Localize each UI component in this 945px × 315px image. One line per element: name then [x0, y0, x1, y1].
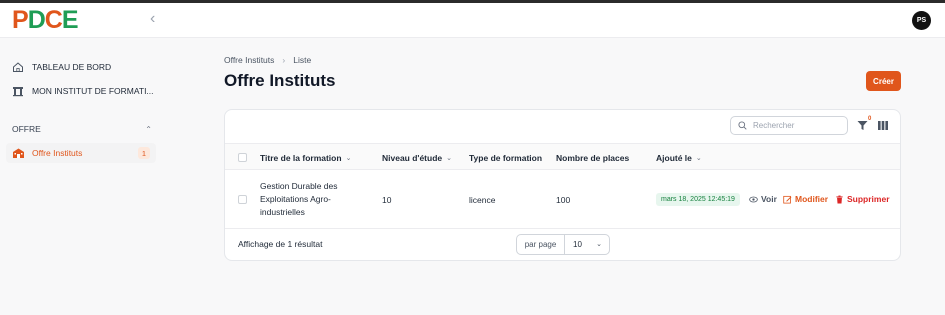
- column-header-type: Type de formation: [469, 153, 542, 163]
- column-label: Niveau d'étude: [382, 153, 443, 163]
- sidebar-item-label: MON INSTITUT DE FORMATI...: [32, 86, 154, 96]
- search-icon: [738, 121, 747, 130]
- results-count: Affichage de 1 résultat: [238, 239, 323, 249]
- school-icon: [13, 148, 24, 158]
- action-label: Voir: [761, 194, 777, 204]
- chevron-up-icon: ⌃: [145, 124, 152, 134]
- date-badge: mars 18, 2025 12:45:19: [656, 193, 740, 206]
- building-icon: [13, 87, 23, 97]
- app-logo[interactable]: PDCE: [12, 8, 78, 33]
- count-badge: 1: [138, 147, 150, 159]
- edit-icon: [783, 195, 792, 204]
- per-page-select[interactable]: par page 10 ⌄: [516, 234, 610, 255]
- column-label: Titre de la formation: [260, 153, 342, 163]
- column-header-niveau[interactable]: Niveau d'étude ⌄: [382, 153, 452, 163]
- per-page-value[interactable]: 10 ⌄: [565, 235, 609, 254]
- logo-letter: E: [61, 6, 79, 34]
- edit-button[interactable]: Modifier: [783, 194, 828, 204]
- logo-letter: D: [27, 6, 46, 34]
- view-button[interactable]: Voir: [749, 194, 777, 204]
- logo-letter: P: [12, 6, 29, 34]
- cell-type: licence: [469, 195, 496, 205]
- column-label: Ajouté le: [656, 153, 692, 163]
- delete-button[interactable]: Supprimer: [835, 194, 890, 204]
- table-card: Rechercher 0 Titre de la formation ⌄ Nive…: [224, 109, 901, 261]
- sidebar-item-offre-instituts[interactable]: Offre Instituts 1: [6, 143, 156, 163]
- search-input[interactable]: Rechercher: [730, 116, 848, 135]
- action-label: Supprimer: [847, 194, 890, 204]
- chevron-down-icon: ⌄: [596, 241, 602, 248]
- page-title: Offre Instituts: [224, 71, 336, 90]
- filter-count-badge: 0: [868, 116, 872, 122]
- column-header-titre[interactable]: Titre de la formation ⌄: [260, 153, 351, 163]
- columns-icon[interactable]: [878, 121, 888, 130]
- column-header-places: Nombre de places: [556, 153, 629, 163]
- chevron-down-icon: ⌄: [446, 155, 452, 162]
- row-checkbox[interactable]: [238, 195, 247, 204]
- user-avatar[interactable]: PS: [912, 11, 931, 30]
- collapse-sidebar-icon[interactable]: ‹: [150, 11, 155, 27]
- breadcrumb-item[interactable]: Offre Instituts: [224, 55, 274, 65]
- sidebar-item-label: TABLEAU DE BORD: [32, 62, 112, 72]
- action-label: Modifier: [795, 194, 829, 204]
- column-label: Type de formation: [469, 153, 543, 163]
- cell-niveau: 10: [382, 195, 392, 205]
- eye-icon: [749, 196, 758, 202]
- breadcrumb-item: Liste: [293, 55, 312, 65]
- sidebar-item-mon-institut[interactable]: MON INSTITUT DE FORMATI...: [12, 84, 154, 98]
- home-icon: [13, 62, 23, 72]
- trash-icon: [836, 195, 843, 203]
- select-all-checkbox[interactable]: [238, 153, 247, 162]
- column-header-ajoute[interactable]: Ajouté le ⌄: [656, 153, 702, 163]
- chevron-down-icon: ⌄: [345, 155, 352, 162]
- chevron-down-icon: ⌄: [695, 155, 702, 162]
- sidebar-item-tableau-de-bord[interactable]: TABLEAU DE BORD: [12, 60, 111, 74]
- app-header: PDCE ‹ PS: [0, 3, 945, 38]
- cell-titre: Gestion Durable des Exploitations Agro-i…: [260, 181, 338, 217]
- section-label: OFFRE: [12, 124, 41, 134]
- column-label: Nombre de places: [556, 153, 630, 163]
- create-button[interactable]: Créer: [866, 71, 901, 91]
- sidebar-section-offre[interactable]: OFFRE ⌃: [12, 124, 152, 134]
- per-page-label: par page: [517, 235, 565, 254]
- sidebar-item-label: Offre Instituts: [32, 148, 83, 158]
- cell-places: 100: [556, 195, 571, 205]
- table-header: Titre de la formation ⌄ Niveau d'étude ⌄ T…: [225, 143, 900, 170]
- filter-icon[interactable]: [857, 120, 868, 131]
- per-page-selected: 10: [573, 240, 582, 249]
- logo-letter: C: [44, 6, 63, 34]
- breadcrumb: Offre Instituts › Liste: [224, 55, 311, 65]
- table-row: Gestion Durable des Exploitations Agro-i…: [225, 170, 900, 229]
- sidebar: TABLEAU DE BORD MON INSTITUT DE FORMATI.…: [0, 38, 165, 315]
- search-placeholder: Rechercher: [753, 121, 795, 130]
- breadcrumb-separator-icon: ›: [282, 55, 286, 65]
